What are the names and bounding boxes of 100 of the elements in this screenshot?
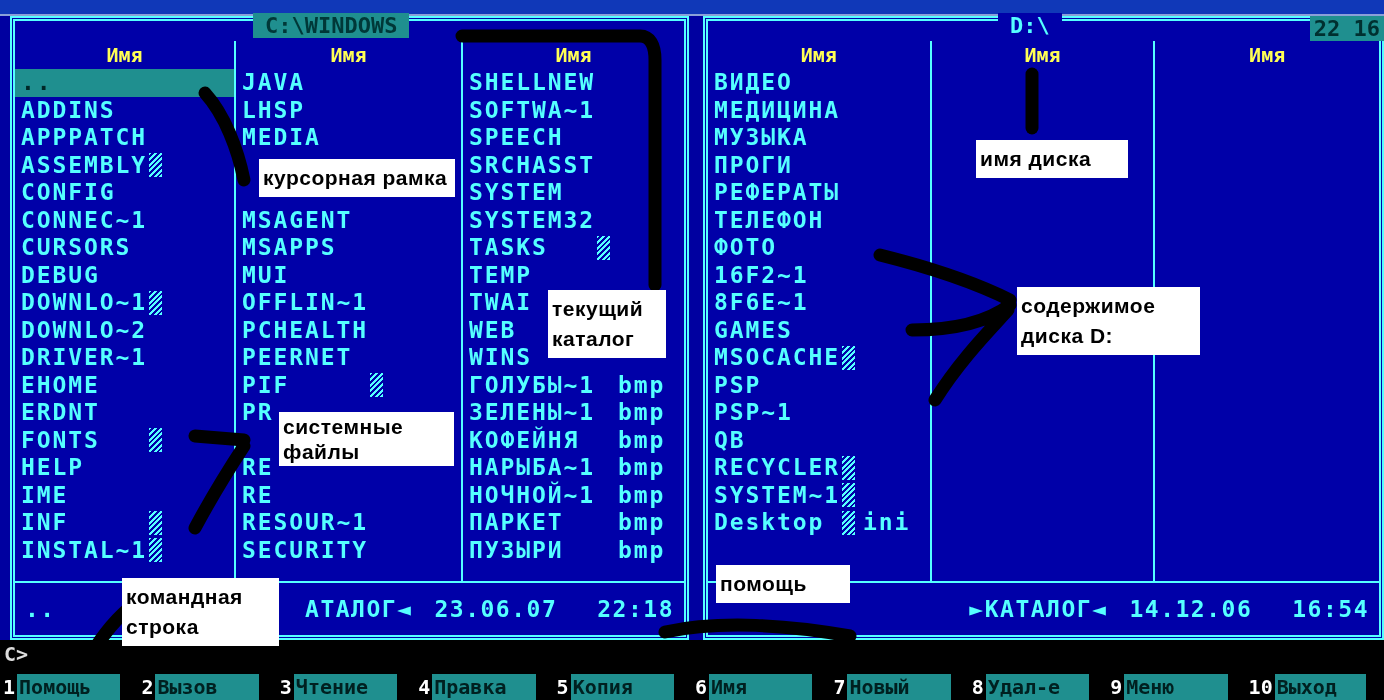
file-name[interactable]: МУЗЫКА xyxy=(714,124,809,150)
file-name[interactable]: WINS xyxy=(469,344,532,370)
annotation-label: текущий каталог xyxy=(548,290,666,358)
file-name[interactable]: ПРОГИ xyxy=(714,151,793,178)
file-name[interactable]: ERDNT xyxy=(21,399,100,425)
column-header: Имя xyxy=(799,42,838,69)
column-header: Имя xyxy=(105,42,144,69)
file-name[interactable]: MSAGENT xyxy=(242,206,353,233)
status-date: 14.12.06 xyxy=(1129,596,1253,622)
file-name[interactable]: 16F2~1 xyxy=(714,261,809,288)
file-extension: bmp xyxy=(618,454,666,482)
file-name[interactable]: GAMES xyxy=(714,316,793,343)
file-name[interactable]: SPEECH xyxy=(469,124,564,150)
file-name[interactable]: CONFIG xyxy=(21,179,116,205)
file-name[interactable]: RESOUR~1 xyxy=(242,509,368,535)
file-name[interactable]: PCHEALTH xyxy=(242,316,368,343)
file-name[interactable]: TEMP xyxy=(469,261,532,288)
marker-stroke xyxy=(1025,67,1039,135)
file-name[interactable]: INF xyxy=(21,509,69,535)
file-name[interactable]: JAVA xyxy=(242,69,305,95)
file-name[interactable]: TWAI xyxy=(469,289,532,315)
column-header: Имя xyxy=(1248,42,1287,69)
file-name[interactable]: ФОТО xyxy=(714,234,777,260)
file-name[interactable]: PEERNET xyxy=(242,344,353,370)
file-name[interactable]: ПУЗЫРИ xyxy=(469,536,564,563)
file-name[interactable]: QB xyxy=(714,426,746,453)
file-extension: ini xyxy=(863,509,911,537)
file-name[interactable]: HELP xyxy=(21,454,84,480)
file-name[interactable]: SOFTWA~1 xyxy=(469,96,595,123)
file-name[interactable]: DOWNLO~1 xyxy=(21,289,147,315)
file-name[interactable]: DOWNLO~2 xyxy=(21,316,147,343)
file-name[interactable]: SHELLNEW xyxy=(469,69,595,95)
file-name[interactable]: LHSP xyxy=(242,96,305,123)
file-name[interactable]: DRIVER~1 xyxy=(21,344,147,370)
file-name[interactable]: TASKS xyxy=(469,234,548,260)
column-header: Имя xyxy=(329,42,368,69)
status-type: ►КАТАЛОГ◄ xyxy=(969,596,1108,622)
file-name[interactable]: ГОЛУБЫ~1 xyxy=(469,371,595,398)
file-name[interactable]: RE xyxy=(242,481,274,508)
file-name[interactable]: DEBUG xyxy=(21,261,100,288)
file-name[interactable]: ТЕЛЕФОН xyxy=(714,206,825,233)
file-name[interactable]: APPPATCH xyxy=(21,124,147,150)
file-name[interactable]: PIF xyxy=(242,371,290,398)
status-time: 16:54 xyxy=(1292,596,1369,622)
file-extension: bmp xyxy=(618,426,666,454)
file-name[interactable]: MEDIA xyxy=(242,124,321,150)
file-name[interactable]: PSP xyxy=(714,371,762,398)
file-name[interactable]: PSP~1 xyxy=(714,399,793,425)
status-time: 22:18 xyxy=(597,596,674,622)
command-prompt[interactable]: C> xyxy=(4,642,29,666)
file-name[interactable]: FONTS xyxy=(21,426,100,453)
status-date: 23.06.07 xyxy=(434,596,558,622)
annotation-label: помощь xyxy=(716,565,850,603)
file-name[interactable]: НАРЫБА~1 xyxy=(469,454,595,480)
file-name[interactable]: OFFLIN~1 xyxy=(242,289,368,315)
file-name[interactable]: SRCHASST xyxy=(469,151,595,178)
file-name[interactable]: ASSEMBLY xyxy=(21,151,147,178)
file-name[interactable]: EHOME xyxy=(21,371,100,398)
panel-path: D:\ xyxy=(998,13,1062,38)
column-header: Имя xyxy=(1023,42,1062,69)
file-name[interactable]: РЕФЕРАТЫ xyxy=(714,179,840,205)
file-name[interactable]: НОЧНОЙ~1 xyxy=(469,481,595,508)
column-header: Имя xyxy=(554,42,593,69)
file-name[interactable]: ЗЕЛЕНЫ~1 xyxy=(469,399,595,425)
annotation-label: командная строка xyxy=(122,578,279,646)
file-name[interactable]: CURSORS xyxy=(21,234,132,260)
file-name[interactable]: INSTAL~1 xyxy=(21,536,147,563)
file-extension: bmp xyxy=(618,536,666,564)
file-name[interactable]: 8F6E~1 xyxy=(714,289,809,315)
file-name[interactable]: PR xyxy=(242,399,274,425)
file-name[interactable]: MSOCACHE xyxy=(714,344,840,370)
file-extension: bmp xyxy=(618,481,666,509)
file-extension: bmp xyxy=(618,371,666,399)
file-name[interactable]: SYSTEM32 xyxy=(469,206,595,233)
panel-path: C:\WINDOWS xyxy=(253,13,410,38)
file-name[interactable]: Desktop xyxy=(714,509,825,535)
status-type: АТАЛОГ◄ xyxy=(305,596,413,622)
file-name[interactable]: МЕДИЦИНА xyxy=(714,96,840,123)
file-name[interactable]: RE xyxy=(242,454,274,480)
file-name[interactable]: SYSTEM xyxy=(469,179,564,205)
file-extension: bmp xyxy=(618,509,666,537)
file-name[interactable]: MSAPPS xyxy=(242,234,337,260)
file-name[interactable]: КОФЕЙНЯ xyxy=(469,426,580,453)
file-name[interactable]: ADDINS xyxy=(21,96,116,123)
file-name[interactable]: ПАРКЕТ xyxy=(469,509,564,535)
file-name[interactable]: ВИДЕО xyxy=(714,69,793,95)
clock: 22 16 xyxy=(1309,16,1384,41)
file-extension: bmp xyxy=(618,399,666,427)
status-name: .. xyxy=(25,596,56,622)
annotation-label: системные файлы xyxy=(279,411,454,466)
file-name[interactable]: SECURITY xyxy=(242,536,368,563)
file-name[interactable]: .. xyxy=(21,69,53,95)
file-name[interactable]: MUI xyxy=(242,261,290,288)
file-name[interactable]: RECYCLER xyxy=(714,454,840,480)
cursor-bar[interactable]: .. xyxy=(15,69,234,97)
annotation-label: содержимое диска D: xyxy=(1017,287,1200,355)
file-name[interactable]: CONNEC~1 xyxy=(21,206,147,233)
file-name[interactable]: IME xyxy=(21,481,69,508)
file-name[interactable]: WEB xyxy=(469,316,517,343)
file-name[interactable]: SYSTEM~1 xyxy=(714,481,840,508)
